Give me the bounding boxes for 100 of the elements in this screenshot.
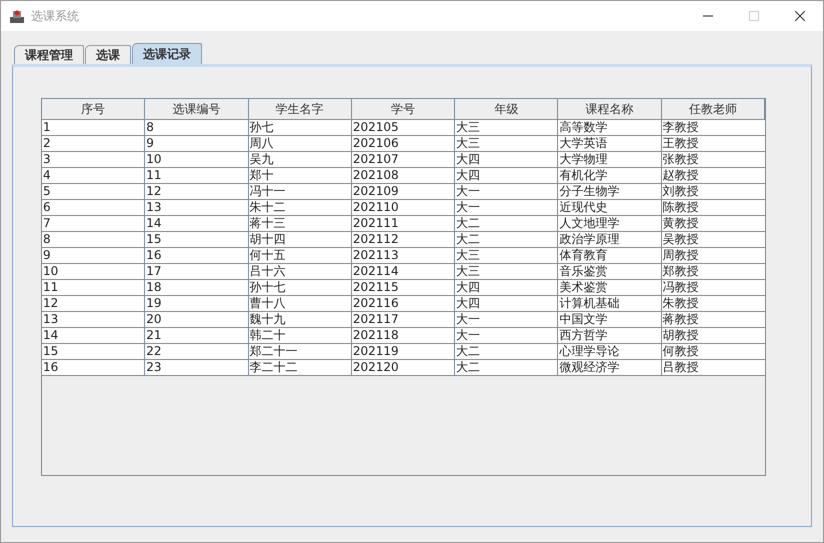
table-cell: 13 — [42, 312, 146, 328]
table-cell: 202114 — [352, 264, 456, 280]
column-header[interactable]: 任教老师 — [662, 99, 765, 120]
column-header[interactable]: 选课编号 — [145, 99, 249, 120]
table-cell: 大学英语 — [558, 136, 662, 152]
table-cell: 202108 — [352, 168, 456, 184]
table-cell: 大三 — [455, 264, 558, 280]
table-cell: 李二十二 — [248, 360, 352, 376]
table-cell: 大二 — [455, 216, 558, 232]
close-icon — [795, 11, 805, 21]
table-cell: 何教授 — [662, 344, 765, 360]
table-cell: 18 — [145, 280, 249, 296]
table-cell: 人文地理学 — [558, 216, 662, 232]
table-cell: 8 — [42, 232, 146, 248]
table-cell: 20 — [145, 312, 249, 328]
table-cell: 高等数学 — [558, 120, 662, 136]
column-header[interactable]: 学生名字 — [248, 99, 352, 120]
tab[interactable]: 选课记录 — [132, 43, 202, 64]
table-cell: 吴九 — [248, 152, 352, 168]
table-cell: 赵教授 — [662, 168, 765, 184]
table-cell: 202116 — [352, 296, 456, 312]
table-cell: 16 — [42, 360, 146, 376]
table-cell: 大三 — [455, 120, 558, 136]
table-cell: 政治学原理 — [558, 232, 662, 248]
table-cell: 王教授 — [662, 136, 765, 152]
table-cell: 孙十七 — [248, 280, 352, 296]
table-cell: 曹十八 — [248, 296, 352, 312]
tab[interactable]: 课程管理 — [14, 45, 84, 64]
table-cell: 何十五 — [248, 248, 352, 264]
table-cell: 9 — [42, 248, 146, 264]
table-cell: 202106 — [352, 136, 456, 152]
table-cell: 微观经济学 — [558, 360, 662, 376]
maximize-icon — [749, 11, 759, 21]
table-cell: 202111 — [352, 216, 456, 232]
table-cell: 16 — [145, 248, 249, 264]
table-cell: 202109 — [352, 184, 456, 200]
table-cell: 体育教育 — [558, 248, 662, 264]
table-cell: 202112 — [352, 232, 456, 248]
table-cell: 大四 — [455, 296, 558, 312]
table-cell: 黄教授 — [662, 216, 765, 232]
table-cell: 大二 — [455, 232, 558, 248]
table-cell: 8 — [145, 120, 249, 136]
tab[interactable]: 选课 — [85, 45, 131, 64]
table-cell: 魏十九 — [248, 312, 352, 328]
table-cell: 陈教授 — [662, 200, 765, 216]
table-cell: 吴教授 — [662, 232, 765, 248]
table-cell: 郑二十一 — [248, 344, 352, 360]
column-header[interactable]: 年级 — [455, 99, 558, 120]
table-cell: 大一 — [455, 200, 558, 216]
table-cell: 西方哲学 — [558, 328, 662, 344]
table-cell: 11 — [145, 168, 249, 184]
table-cell: 大二 — [455, 360, 558, 376]
table-cell: 孙七 — [248, 120, 352, 136]
table-cell: 大一 — [455, 328, 558, 344]
table-cell: 李教授 — [662, 120, 765, 136]
column-header[interactable]: 学号 — [352, 99, 456, 120]
table-cell: 大四 — [455, 168, 558, 184]
table-cell: 12 — [145, 184, 249, 200]
table-cell: 21 — [145, 328, 249, 344]
table-cell: 中国文学 — [558, 312, 662, 328]
table-cell: 15 — [145, 232, 249, 248]
table-cell: 19 — [145, 296, 249, 312]
table-cell: 202110 — [352, 200, 456, 216]
table-cell: 郑十 — [248, 168, 352, 184]
table-cell: 11 — [42, 280, 146, 296]
table-cell: 心理学导论 — [558, 344, 662, 360]
table-cell: 202117 — [352, 312, 456, 328]
table-cell: 近现代史 — [558, 200, 662, 216]
table-cell: 周八 — [248, 136, 352, 152]
column-header[interactable]: 课程名称 — [558, 99, 662, 120]
table-cell: 6 — [42, 200, 146, 216]
table-cell: 15 — [42, 344, 146, 360]
table-cell: 5 — [42, 184, 146, 200]
table-cell: 1 — [42, 120, 146, 136]
table-cell: 朱十二 — [248, 200, 352, 216]
table-cell: 大二 — [455, 344, 558, 360]
table-cell: 202107 — [352, 152, 456, 168]
window-title: 选课系统 — [31, 8, 80, 24]
table-cell: 吕十六 — [248, 264, 352, 280]
column-header[interactable]: 序号 — [42, 99, 146, 120]
table-cell: 大三 — [455, 248, 558, 264]
table-cell: 4 — [42, 168, 146, 184]
table-cell: 蒋十三 — [248, 216, 352, 232]
table-cell: 周教授 — [662, 248, 765, 264]
table-cell: 大三 — [455, 136, 558, 152]
table-cell: 202115 — [352, 280, 456, 296]
table-cell: 蒋教授 — [662, 312, 765, 328]
table-cell: 17 — [145, 264, 249, 280]
table-cell: 22 — [145, 344, 249, 360]
table-cell: 韩二十 — [248, 328, 352, 344]
table-cell: 美术鉴赏 — [558, 280, 662, 296]
table-cell: 刘教授 — [662, 184, 765, 200]
table-cell: 冯十一 — [248, 184, 352, 200]
table-cell: 202105 — [352, 120, 456, 136]
table-cell: 有机化学 — [558, 168, 662, 184]
table-cell: 202113 — [352, 248, 456, 264]
table-cell: 2 — [42, 136, 146, 152]
table-cell: 郑教授 — [662, 264, 765, 280]
table-cell: 大一 — [455, 184, 558, 200]
table-cell: 10 — [145, 152, 249, 168]
